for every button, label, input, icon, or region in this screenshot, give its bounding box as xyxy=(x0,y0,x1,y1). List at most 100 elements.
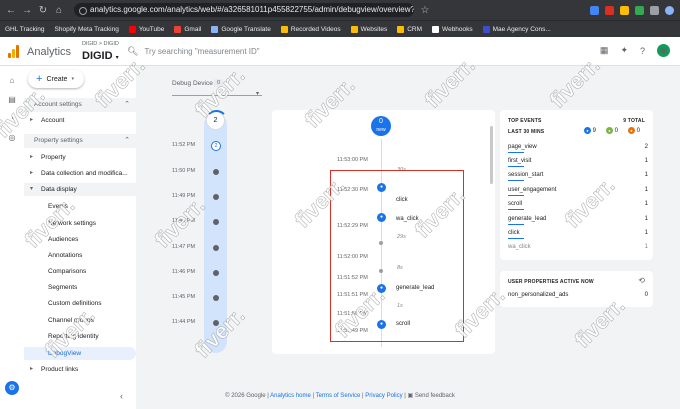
minute-row[interactable]: 11:50 PM xyxy=(166,168,246,178)
top-event-row[interactable]: wa_click 1 xyxy=(508,244,648,256)
bookmark-item[interactable]: Google Translate xyxy=(211,25,271,33)
sidebar-item-data-display[interactable]: ▾ Data display xyxy=(24,183,136,196)
explore-icon[interactable]: ◔ xyxy=(0,114,24,123)
reload-icon[interactable]: ↻ xyxy=(38,5,48,16)
top-event-row[interactable]: generate_lead 1 xyxy=(508,216,648,228)
new-events-badge[interactable]: 0 new xyxy=(371,116,391,136)
top-event-row[interactable]: click 1 xyxy=(508,230,648,242)
scrollbar[interactable] xyxy=(490,126,493,184)
bookmark-item[interactable]: CRM xyxy=(397,25,422,33)
sidebar-item-product-links[interactable]: ▸ Product links xyxy=(24,363,136,376)
sidebar-item-data-collection[interactable]: ▸ Data collection and modifica... xyxy=(24,167,136,180)
gmail-icon xyxy=(174,25,182,33)
address-bar[interactable]: analytics.google.com/analytics/web/#/a32… xyxy=(74,3,414,17)
bookmark-item[interactable]: Mae Agency Cons... xyxy=(482,25,551,33)
minute-row[interactable]: 11:52 PM 2 xyxy=(166,141,246,152)
bookmark-star-icon[interactable]: ☆ xyxy=(420,5,430,16)
debugview-main: Debug Device 0 ▾ 2 11:52 PM 2 11:50 PM 11… xyxy=(136,66,680,409)
bookmark-item[interactable]: Shopify Meta Tracking xyxy=(55,26,119,33)
profile-icon[interactable] xyxy=(665,5,674,15)
brand-name[interactable]: Analytics xyxy=(27,46,71,58)
top-event-row[interactable]: scroll 1 xyxy=(508,201,648,213)
sidebar-item-property[interactable]: ▸ Property xyxy=(24,151,136,164)
home-icon[interactable]: ⌂ xyxy=(54,5,64,16)
breadcrumb[interactable]: DIGID > DIGID xyxy=(82,41,119,47)
avatar[interactable]: ◉ xyxy=(657,44,670,57)
extension-icon[interactable] xyxy=(620,5,629,15)
bookmark-item[interactable]: Gmail xyxy=(174,25,201,33)
debug-device-select[interactable] xyxy=(172,95,262,96)
bookmark-item[interactable]: GHL Tracking xyxy=(5,26,45,33)
bookmark-item[interactable]: Recorded Videos xyxy=(280,25,341,33)
bookmarks-bar: GHL Tracking Shopify Meta Tracking YouTu… xyxy=(0,20,680,37)
sidebar-item-channel-groups[interactable]: Channel groups xyxy=(24,314,136,327)
insights-sparkle-icon[interactable]: ✦ xyxy=(620,45,628,56)
sidebar-item-comparisons[interactable]: Comparisons xyxy=(24,265,136,278)
top-event-row[interactable]: first_visit 1 xyxy=(508,158,648,170)
extension-icon[interactable] xyxy=(605,5,614,15)
chevron-down-icon[interactable]: ▾ xyxy=(256,90,259,97)
top-event-row[interactable]: user_engagement 1 xyxy=(508,187,648,199)
translate-icon xyxy=(211,25,219,33)
history-icon[interactable]: ⟲ xyxy=(638,276,645,285)
chevron-up-icon: ⌃ xyxy=(124,137,130,144)
advertising-icon[interactable]: ◎ xyxy=(0,133,24,142)
bookmark-item[interactable]: Webhooks xyxy=(432,25,473,33)
bookmark-item[interactable]: YouTube xyxy=(128,25,164,33)
forward-icon[interactable]: → xyxy=(22,5,32,16)
terms-link[interactable]: Terms of Service xyxy=(316,393,361,399)
chevron-down-icon: ▾ xyxy=(115,55,119,61)
sidebar-item-annotations[interactable]: Annotations xyxy=(24,249,136,262)
user-properties-card: USER PROPERTIES ACTIVE NOW ⟲ non_persona… xyxy=(500,271,653,307)
minute-row[interactable]: 11:44 PM xyxy=(166,319,246,329)
create-button[interactable]: + Create ▾ xyxy=(28,70,84,88)
expand-arrow-icon: ▸ xyxy=(30,366,34,372)
top-event-row[interactable]: page_view 2 xyxy=(508,144,648,156)
user-property-row[interactable]: non_personalized_ads 0 xyxy=(508,292,648,304)
analytics-logo-icon xyxy=(8,45,20,58)
sidebar-item-account[interactable]: ▸ Account xyxy=(24,114,136,127)
sidebar-item-events[interactable]: Events xyxy=(24,200,136,213)
property-selector[interactable]: DIGID ▾ xyxy=(82,50,119,62)
reports-icon[interactable]: ▤ xyxy=(0,95,24,104)
minute-row[interactable]: 11:49 PM xyxy=(166,193,246,203)
feedback-icon: ▣ xyxy=(407,393,414,399)
minutes-top-count: 2 xyxy=(205,110,228,130)
property-settings-header[interactable]: Property settings ⌃ xyxy=(24,134,136,148)
extension-icon[interactable] xyxy=(650,5,659,15)
sidebar-item-network-settings[interactable]: Network settings xyxy=(24,217,136,230)
back-icon[interactable]: ← xyxy=(6,5,16,16)
expand-arrow-icon: ▸ xyxy=(30,154,34,160)
top-event-row[interactable]: session_start 1 xyxy=(508,172,648,184)
folder-icon xyxy=(397,25,405,33)
sidebar-item-reporting-identity[interactable]: Reporting identity xyxy=(24,330,136,343)
sidebar-item-segments[interactable]: Segments xyxy=(24,281,136,294)
extension-icon[interactable] xyxy=(590,5,599,15)
apps-grid-icon[interactable]: ▦ xyxy=(600,45,609,56)
home-icon[interactable]: ⌂ xyxy=(0,76,24,85)
count-conversions: ● 9 xyxy=(584,127,596,134)
search-bar[interactable]: 🔍︎ Try searching "measurement ID" xyxy=(127,44,397,59)
help-icon[interactable]: ? xyxy=(640,46,645,56)
minute-row[interactable]: 11:47 PM xyxy=(166,244,246,254)
top-events-total: 9 TOTAL xyxy=(623,118,645,124)
folder-icon xyxy=(350,25,358,33)
analytics-home-link[interactable]: Analytics home xyxy=(270,393,311,399)
minute-row[interactable]: 11:46 PM xyxy=(166,269,246,279)
sidebar-item-custom-definitions[interactable]: Custom definitions xyxy=(24,297,136,310)
highlight-box xyxy=(330,170,464,342)
sidebar-item-debugview[interactable]: DebugView xyxy=(24,347,136,360)
left-nav-rail: ⌂ ▤ ◔ ◎ xyxy=(0,66,24,409)
extension-icon[interactable] xyxy=(635,5,644,15)
webhook-icon xyxy=(432,25,440,33)
debug-device-count: 0 xyxy=(214,79,224,87)
privacy-link[interactable]: Privacy Policy xyxy=(365,393,402,399)
minute-row[interactable]: 11:48 PM xyxy=(166,218,246,228)
search-input[interactable]: Try searching "measurement ID" xyxy=(144,47,259,56)
sidebar-item-audiences[interactable]: Audiences xyxy=(24,233,136,246)
send-feedback-link[interactable]: Send feedback xyxy=(415,393,455,399)
account-settings-header[interactable]: Account settings ⌃ xyxy=(24,98,136,112)
bookmark-item[interactable]: Websites xyxy=(350,25,387,33)
chevron-up-icon: ⌃ xyxy=(124,101,130,108)
minute-row[interactable]: 11:45 PM xyxy=(166,294,246,304)
